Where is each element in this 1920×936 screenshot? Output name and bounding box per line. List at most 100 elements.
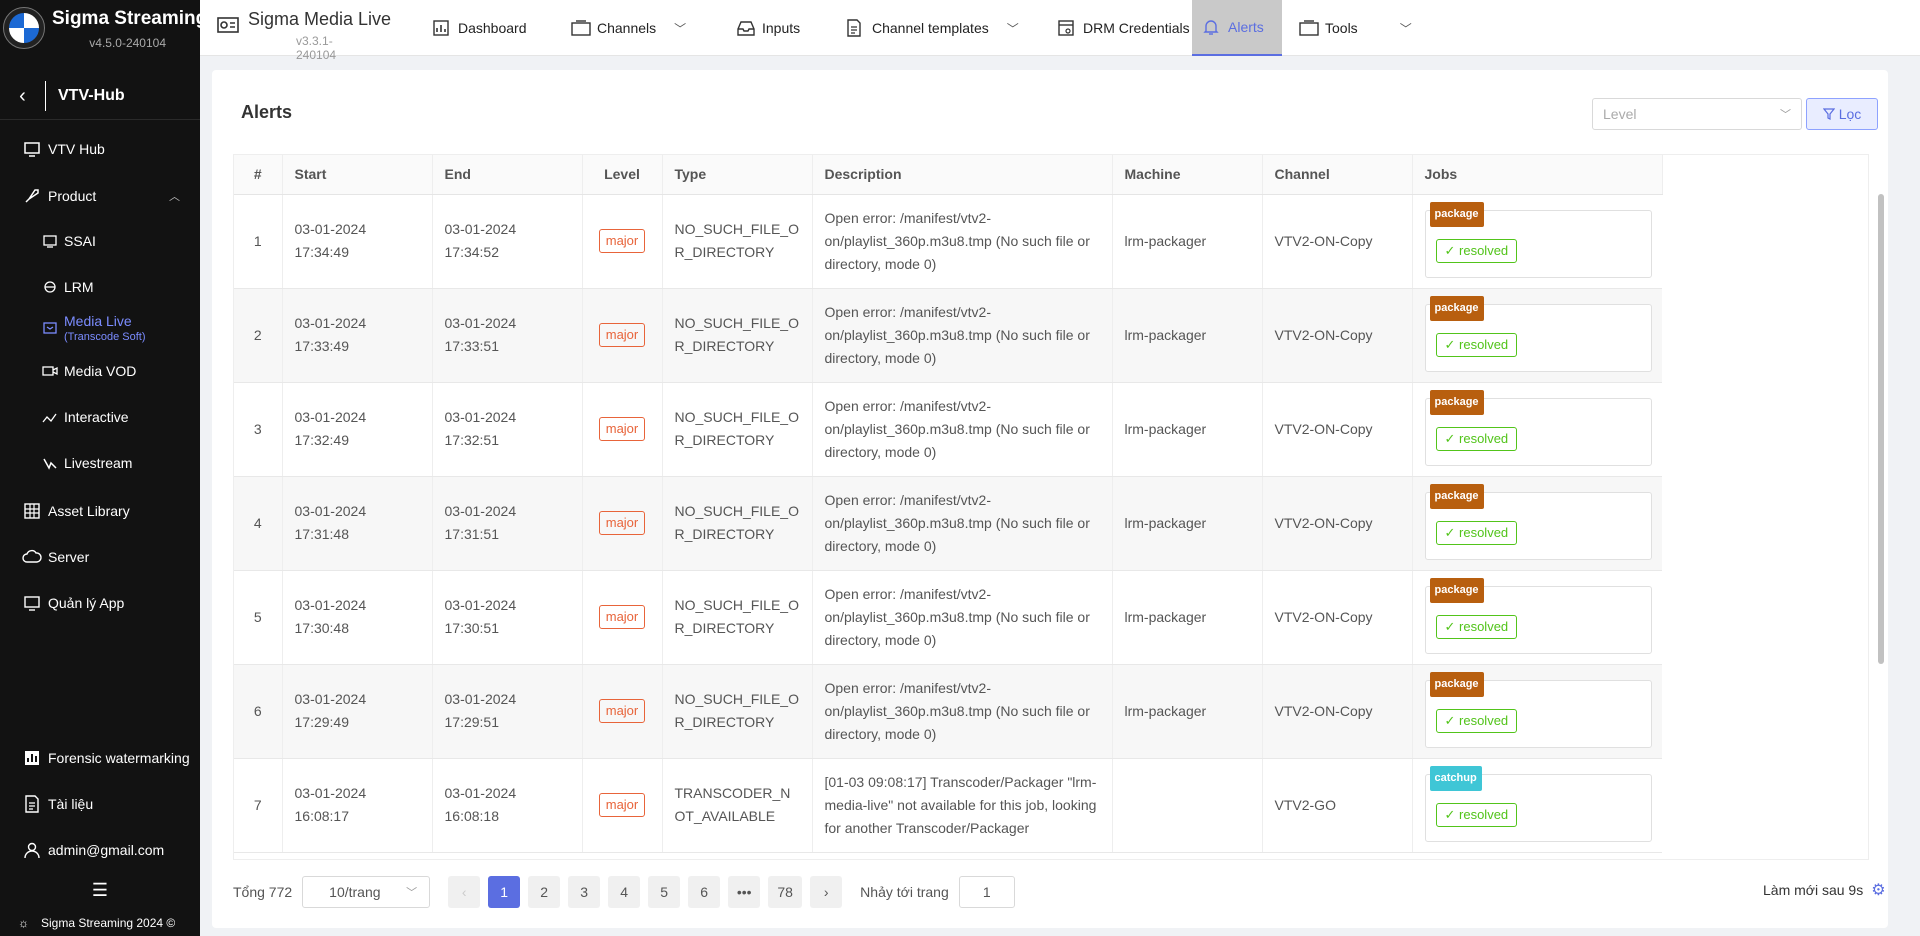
menu-toggle-icon[interactable]: ☰: [0, 880, 200, 901]
cell-jobs: package ✓ resolved: [1412, 570, 1662, 665]
sun-icon[interactable]: ☼: [18, 916, 29, 930]
job-status-text: resolved: [1459, 619, 1509, 634]
cell-index: 2: [234, 288, 283, 383]
page-button[interactable]: 78: [768, 876, 803, 908]
sidebar-item-label: Livestream: [64, 455, 133, 471]
page-button[interactable]: 6: [688, 876, 721, 908]
ellipsis-button[interactable]: •••: [728, 876, 761, 908]
table-row[interactable]: 2 03-01-2024 17:33:49 03-01-2024 17:33:51 maj…: [234, 288, 1662, 383]
sidebar-item-asset-library[interactable]: Asset Library: [0, 491, 200, 531]
sidebar: Sigma Streaming v4.5.0-240104 ‹ VTV-Hub …: [0, 0, 207, 936]
sidebar-item-label: LRM: [64, 279, 94, 295]
job-card[interactable]: package ✓ resolved: [1424, 578, 1652, 654]
page-button[interactable]: 3: [568, 876, 601, 908]
sidebar-item-product[interactable]: Product ︿: [0, 176, 200, 216]
table-row[interactable]: 6 03-01-2024 17:29:49 03-01-2024 17:29:51 maj…: [234, 664, 1662, 759]
page-button[interactable]: 4: [608, 876, 641, 908]
sidebar-item-interactive[interactable]: Interactive: [0, 397, 200, 437]
cell-jobs: package ✓ resolved: [1412, 288, 1662, 383]
col-header-level: Level: [582, 155, 663, 195]
brand[interactable]: Sigma Streaming v4.5.0-240104: [0, 0, 207, 56]
table-row[interactable]: 7 03-01-2024 16:08:17 03-01-2024 16:08:18 maj…: [234, 758, 1662, 853]
cloud-icon: [22, 547, 42, 567]
tab-alerts[interactable]: Alerts: [1192, 0, 1282, 56]
cell-type: NO_SUCH_FILE_OR_DIRECTORY: [662, 664, 813, 759]
sidebar-item-app-management[interactable]: Quản lý App: [0, 583, 200, 623]
media-live-icon: [216, 14, 242, 40]
next-page-button[interactable]: ›: [810, 876, 843, 908]
cell-level: major: [582, 758, 663, 853]
filter-icon: [1822, 108, 1835, 120]
tab-drm-credentials[interactable]: DRM Credentials: [1047, 0, 1200, 56]
start-time: 17:33:49: [294, 338, 350, 354]
sidebar-item-docs[interactable]: Tài liệu: [0, 784, 200, 824]
jump-to-page-input[interactable]: 1: [958, 876, 1015, 908]
tab-channel-templates[interactable]: Channel templates ﹀: [836, 0, 1029, 56]
table-row[interactable]: 5 03-01-2024 17:30:48 03-01-2024 17:30:51 maj…: [234, 570, 1662, 665]
tab-inputs[interactable]: Inputs: [726, 0, 810, 56]
job-card[interactable]: package ✓ resolved: [1424, 202, 1652, 278]
sidebar-item-media-live[interactable]: Media Live (Transcode Soft): [0, 306, 200, 350]
ssai-icon: [42, 233, 58, 249]
tab-channels[interactable]: Channels ﹀: [561, 0, 696, 56]
sidebar-item-ssai[interactable]: SSAI: [0, 221, 200, 261]
brand-version: v4.5.0-240104: [89, 36, 166, 50]
sidebar-item-livestream[interactable]: Livestream: [0, 443, 200, 483]
cell-start: 03-01-2024 17:29:49: [282, 664, 433, 759]
livestream-icon: [42, 455, 58, 471]
prev-page-button[interactable]: ‹: [448, 876, 481, 908]
col-header-channel: Channel: [1262, 155, 1413, 195]
page-size-select[interactable]: 10/trang ﹀: [302, 876, 431, 908]
level-badge: major: [598, 417, 646, 441]
level-select[interactable]: Level ﹀: [1592, 98, 1802, 130]
sidebar-item-label: admin@gmail.com: [48, 842, 165, 858]
cell-description: Open error: /manifest/vtv2-on/playlist_3…: [812, 194, 1113, 289]
cell-channel: VTV2-ON-Copy: [1262, 382, 1413, 477]
sidebar-item-label: Tài liệu: [48, 796, 94, 812]
page-button[interactable]: 2: [528, 876, 561, 908]
sidebar-item-account[interactable]: admin@gmail.com: [0, 830, 200, 870]
tab-label: Tools: [1325, 20, 1358, 36]
table-row[interactable]: 3 03-01-2024 17:32:49 03-01-2024 17:32:51 maj…: [234, 382, 1662, 477]
job-card[interactable]: package ✓ resolved: [1424, 672, 1652, 748]
sidebar-item-media-vod[interactable]: Media VOD: [0, 351, 200, 391]
job-type-tag: package: [1429, 578, 1484, 603]
job-status-badge: ✓ resolved: [1435, 709, 1518, 733]
job-card[interactable]: package ✓ resolved: [1424, 484, 1652, 560]
gear-icon[interactable]: ⚙: [1871, 880, 1885, 900]
back-arrow-icon[interactable]: ‹: [0, 80, 46, 111]
job-card[interactable]: package ✓ resolved: [1424, 390, 1652, 466]
level-badge: major: [598, 323, 646, 347]
level-badge: major: [598, 605, 646, 629]
table-header: # Start End Level Type Description Machi…: [234, 155, 1663, 195]
cell-channel: VTV2-ON-Copy: [1262, 476, 1413, 571]
table-row[interactable]: 4 03-01-2024 17:31:48 03-01-2024 17:31:51 maj…: [234, 476, 1662, 571]
cell-index: 5: [234, 570, 283, 665]
end-date: 03-01-2024: [444, 597, 517, 613]
cell-end: 03-01-2024 17:29:51: [432, 664, 583, 759]
page-button[interactable]: 1: [488, 876, 521, 908]
cell-type: NO_SUCH_FILE_OR_DIRECTORY: [662, 382, 813, 477]
table-scrollbar[interactable]: [1878, 194, 1884, 664]
tab-tools[interactable]: Tools ﹀: [1289, 0, 1422, 56]
drm-icon: [1057, 19, 1075, 37]
sidebar-item-vtv-hub[interactable]: VTV Hub: [0, 129, 200, 169]
filter-button[interactable]: Lọc: [1806, 98, 1878, 130]
cell-channel: VTV2-ON-Copy: [1262, 288, 1413, 383]
job-status-badge: ✓ resolved: [1435, 615, 1518, 639]
sidebar-item-forensic-watermarking[interactable]: Forensic watermarking: [0, 738, 200, 778]
job-type-tag: package: [1429, 672, 1484, 697]
page-button[interactable]: 5: [648, 876, 681, 908]
cell-description: [01-03 09:08:17] Transcoder/Packager "lr…: [812, 758, 1113, 853]
sidebar-item-lrm[interactable]: LRM: [0, 267, 200, 307]
cell-end: 03-01-2024 17:30:51: [432, 570, 583, 665]
sidebar-item-server[interactable]: Server: [0, 537, 200, 577]
table-row[interactable]: 1 03-01-2024 17:34:49 03-01-2024 17:34:52 maj…: [234, 194, 1662, 289]
media-live-sublabel: (Transcode Soft): [64, 331, 146, 343]
tab-dashboard[interactable]: Dashboard: [422, 0, 537, 56]
cell-machine: lrm-packager: [1112, 476, 1263, 571]
job-card[interactable]: catchup ✓ resolved: [1424, 766, 1652, 842]
cell-start: 03-01-2024 16:08:17: [282, 758, 433, 853]
job-card[interactable]: package ✓ resolved: [1424, 296, 1652, 372]
chart-icon: [22, 748, 42, 768]
